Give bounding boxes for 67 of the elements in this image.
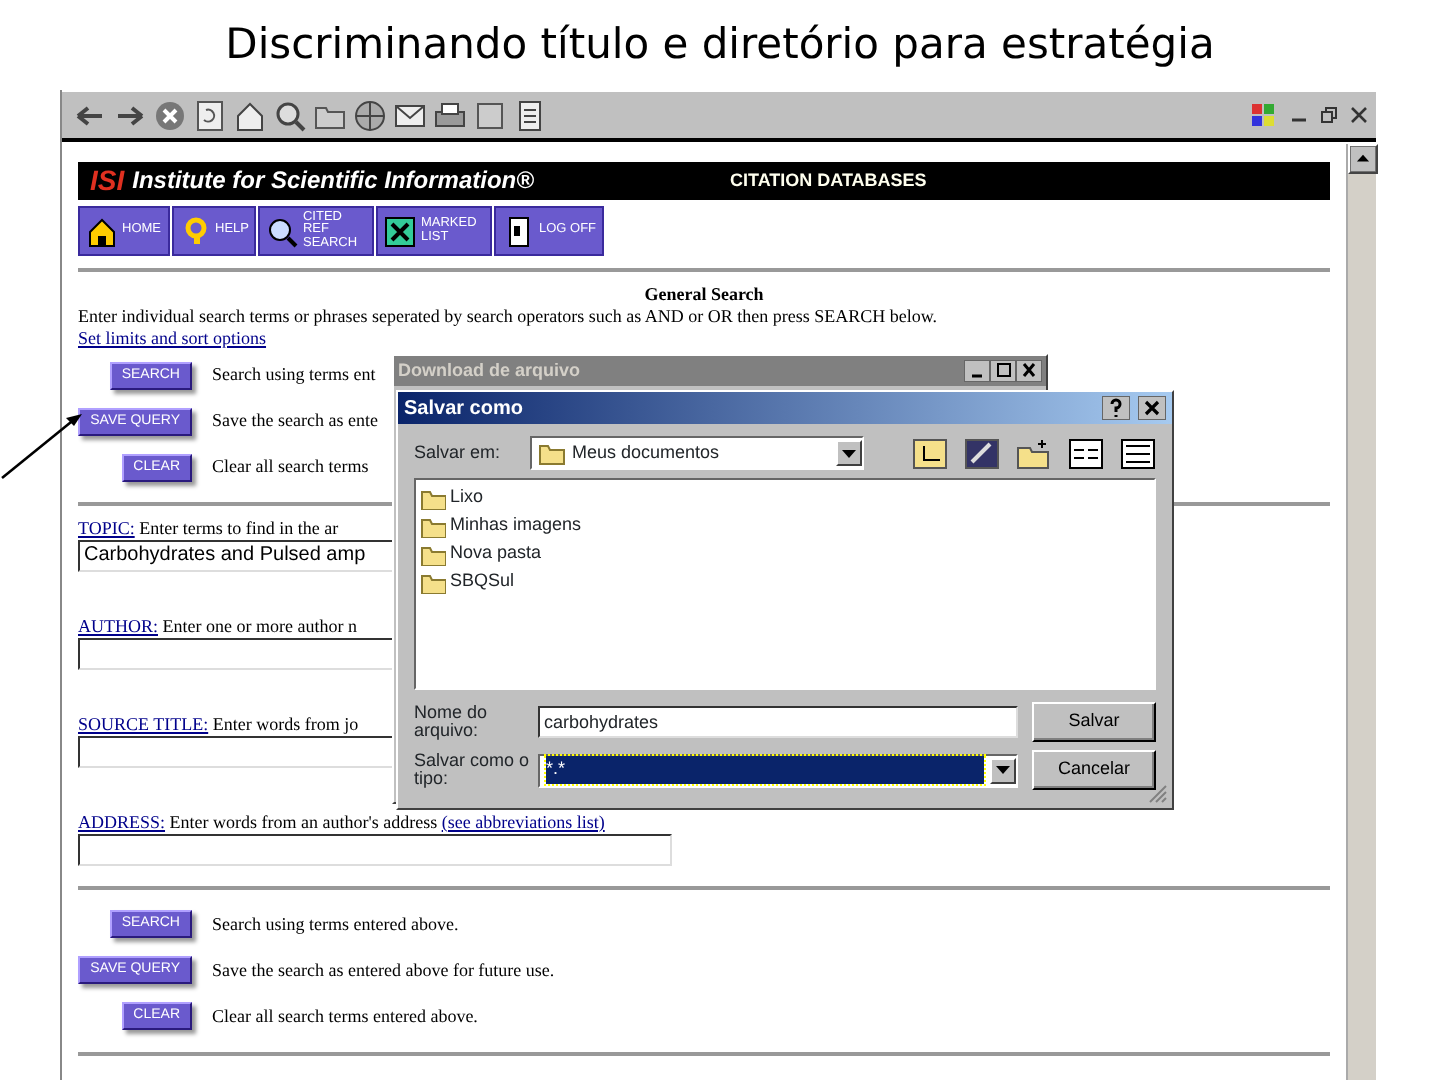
home-icon: [86, 215, 118, 247]
filename-label: Nome do arquivo:: [414, 704, 490, 740]
file-type-select[interactable]: *.*: [538, 753, 1018, 787]
dropdown-arrow-icon: [842, 449, 856, 457]
maximize-icon[interactable]: [990, 360, 1016, 382]
filename-field[interactable]: carbohydrates: [538, 706, 1018, 738]
folder-icon: [420, 486, 446, 510]
folder-icon: [420, 542, 446, 566]
details-view-icon[interactable]: [1120, 437, 1156, 469]
resize-grip-icon[interactable]: [1148, 784, 1168, 804]
form-heading: General Search: [644, 284, 764, 304]
slide-title: Discriminando título e diretório para estratégia: [223, 18, 1217, 72]
save-button[interactable]: Salvar: [1032, 702, 1156, 742]
field-label-link[interactable]: AUTHOR:: [78, 616, 158, 637]
pointer-arrow: [0, 410, 84, 482]
search-icon[interactable]: [274, 99, 306, 131]
instructions-text: Enter individual search terms or phrases seperated by search operators such as AND or OR then press SEARCH below.: [78, 305, 938, 326]
magnifier-icon: [266, 215, 299, 247]
file-item[interactable]: Minhas imagens: [420, 512, 1150, 540]
abbreviations-link[interactable]: (see abbreviations list): [441, 811, 605, 832]
action-description: Search using terms ent: [212, 364, 376, 387]
logo: ISI: [90, 164, 125, 198]
look-in-combo[interactable]: Meus documentos: [530, 436, 864, 470]
close-icon[interactable]: [1138, 396, 1166, 420]
stop-icon[interactable]: [154, 99, 186, 131]
file-type-label: Salvar como o tipo:: [414, 752, 530, 788]
action-description: Search using terms entered above.: [212, 913, 459, 935]
home-icon[interactable]: [234, 99, 266, 131]
new-folder-icon[interactable]: [1016, 437, 1052, 469]
field-label-link[interactable]: SOURCE TITLE:: [78, 713, 209, 734]
print-icon[interactable]: [434, 99, 466, 131]
scroll-up-icon[interactable]: [1348, 144, 1378, 174]
mail-icon[interactable]: [394, 99, 426, 131]
scrollbar[interactable]: [1346, 144, 1376, 1080]
help-icon[interactable]: [1102, 396, 1130, 420]
minimize-icon[interactable]: [964, 360, 990, 382]
product-name: CITATION DATABASES: [729, 170, 927, 192]
action-description: Save the search as entered above for future use.: [212, 959, 555, 981]
checkbox-list-icon: [384, 215, 417, 247]
list-view-icon[interactable]: [1068, 437, 1104, 469]
file-item[interactable]: Nova pasta: [420, 540, 1150, 568]
close-icon[interactable]: [1016, 360, 1042, 382]
field-label-link[interactable]: TOPIC:: [78, 518, 135, 539]
field-hint: Enter terms to find in the ar: [137, 518, 339, 539]
dropdown-arrow-icon: [996, 766, 1010, 774]
field-hint: Enter words from an author's address: [167, 811, 438, 832]
globe-icon[interactable]: [354, 99, 386, 131]
input-field[interactable]: [78, 833, 672, 866]
look-in-label: Salvar em:: [414, 439, 503, 466]
action-description: Save the search as ente: [212, 410, 378, 433]
action-description: Clear all search terms entered above.: [212, 1005, 478, 1027]
windows-logo-icon: [1250, 101, 1278, 129]
options-link[interactable]: Set limits and sort options: [78, 327, 267, 348]
field-hint: Enter words from jo: [210, 713, 359, 734]
dialog-title: Salvar como: [404, 395, 523, 423]
file-item[interactable]: Lixo: [420, 484, 1150, 512]
cancel-button[interactable]: Cancelar: [1032, 750, 1156, 790]
close-icon[interactable]: [1350, 106, 1368, 124]
field-hint: Enter one or more author n: [160, 616, 357, 637]
file-item[interactable]: SBQSul: [420, 568, 1150, 596]
action-description: Clear all search terms: [212, 456, 369, 479]
restore-icon[interactable]: [1320, 106, 1338, 124]
window-title: Download de arquivo: [398, 357, 581, 384]
field-label-link[interactable]: ADDRESS:: [78, 811, 166, 832]
banner-title: Institute for Scientific Information®: [132, 166, 534, 196]
folder-icon: [538, 440, 566, 466]
document-icon[interactable]: [514, 99, 546, 131]
